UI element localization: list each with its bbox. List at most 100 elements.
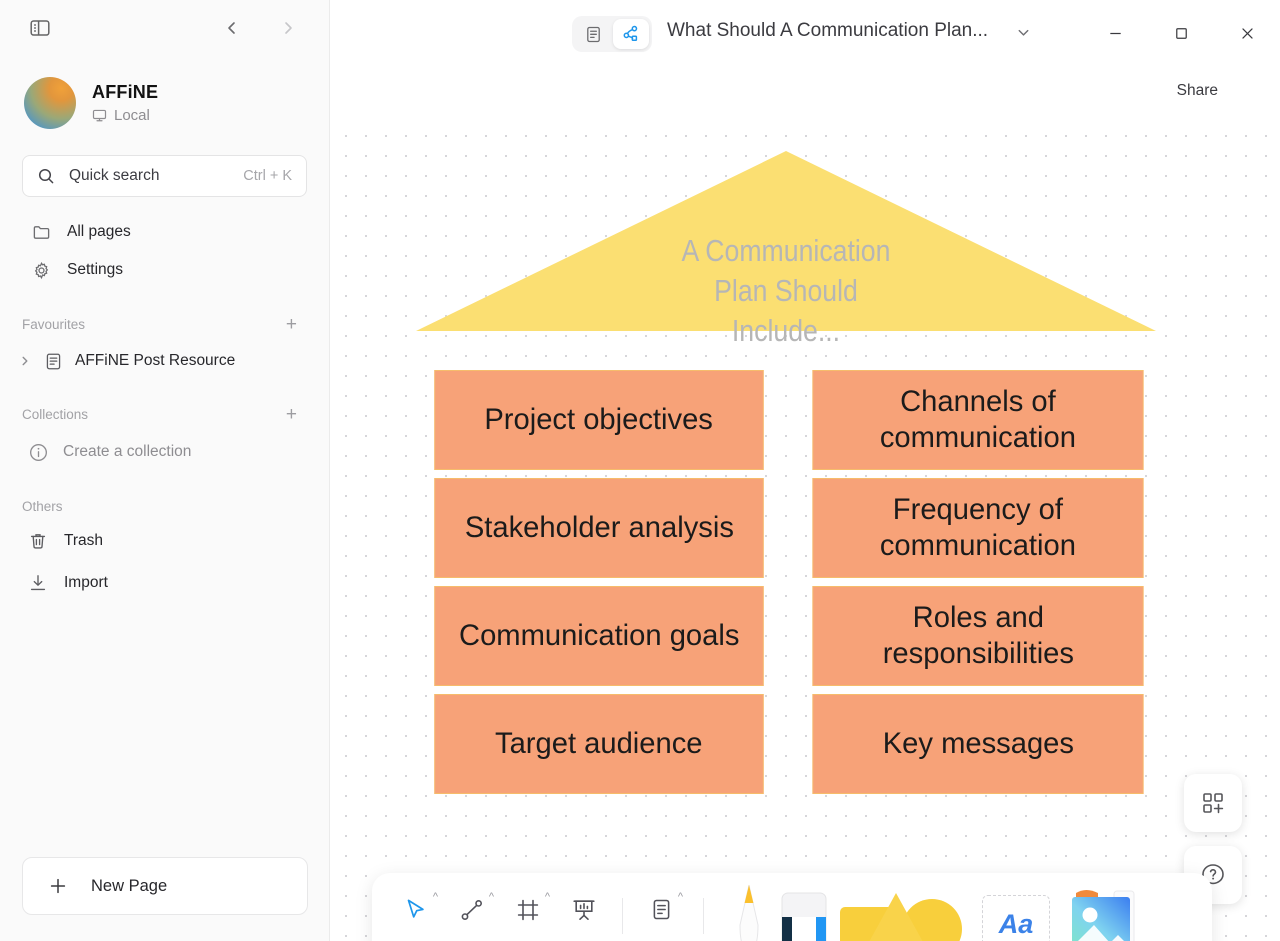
shape-box-label: Stakeholder analysis xyxy=(464,511,734,544)
main-area: What Should A Communication Plan... Shar… xyxy=(330,0,1280,941)
workspace-text: AFFiNE Local xyxy=(92,82,158,124)
sidebar-item-label: All pages xyxy=(67,223,131,240)
mode-toggle xyxy=(572,16,652,52)
monitor-icon xyxy=(92,108,107,123)
image-tool[interactable] xyxy=(1066,881,1142,941)
cursor-icon xyxy=(403,897,429,923)
shape-box[interactable]: Communication goals xyxy=(434,586,764,686)
shape-box-label: Channels of communication xyxy=(879,385,1077,454)
present-tool[interactable] xyxy=(556,885,612,941)
shape-box[interactable]: Roles and responsibilities xyxy=(812,586,1144,686)
shape-box[interactable]: Stakeholder analysis xyxy=(434,478,764,578)
shape-box[interactable]: Key messages xyxy=(812,694,1144,794)
search-icon xyxy=(37,167,55,185)
shape-box-label: Target audience xyxy=(495,727,703,760)
titlebar: What Should A Communication Plan... xyxy=(330,0,1280,66)
add-favourite-button[interactable]: + xyxy=(286,315,297,334)
toolbar-divider xyxy=(703,898,704,934)
sidebar-item-settings[interactable]: Settings xyxy=(22,251,307,289)
caret-up-icon: ^ xyxy=(488,891,494,903)
sidebar-item-label: AFFiNE Post Resource xyxy=(75,352,236,369)
chevron-right-icon[interactable] xyxy=(277,17,299,39)
caret-up-icon: ^ xyxy=(677,891,683,903)
add-collection-button[interactable]: + xyxy=(286,405,297,424)
workspace-selector[interactable]: AFFiNE Local xyxy=(0,65,329,129)
folder-icon xyxy=(32,223,51,242)
window-controls xyxy=(1082,0,1280,66)
presentation-icon xyxy=(571,897,597,923)
maximize-icon[interactable] xyxy=(1148,9,1214,57)
shape-box-label: Communication goals xyxy=(458,619,740,652)
sidebar-item-affine-post-resource[interactable]: AFFiNE Post Resource xyxy=(0,343,329,379)
section-header-others: Others xyxy=(0,493,329,519)
create-collection-button[interactable]: Create a collection xyxy=(0,433,329,471)
sidebar-item-label: Trash xyxy=(64,532,104,549)
sidebar-item-label: Create a collection xyxy=(63,443,192,460)
chevron-left-icon[interactable] xyxy=(221,17,243,39)
sidebar-nav-arrows xyxy=(221,17,299,39)
section-header-favourites: Favourites + xyxy=(0,311,329,337)
edgeless-mode-icon[interactable] xyxy=(613,19,649,49)
sidebar-nav-list: All pages Settings xyxy=(0,213,329,289)
new-page-button[interactable]: New Page xyxy=(22,857,308,915)
add-widget-button[interactable] xyxy=(1184,774,1242,832)
section-title: Collections xyxy=(22,406,89,422)
workspace-name: AFFiNE xyxy=(92,82,159,102)
connector-tool[interactable]: ^ xyxy=(444,885,500,941)
eraser-tool[interactable] xyxy=(776,881,832,941)
chevron-down-icon[interactable] xyxy=(1015,24,1032,41)
pen-tool[interactable] xyxy=(728,881,770,941)
chevron-right-icon[interactable] xyxy=(18,355,32,367)
sidebar-item-trash[interactable]: Trash xyxy=(0,521,329,561)
shape-box[interactable]: Channels of communication xyxy=(812,370,1144,470)
sidebar-header xyxy=(0,0,329,55)
doc-icon xyxy=(44,352,63,371)
shape-box[interactable]: Project objectives xyxy=(434,370,764,470)
note-icon xyxy=(649,897,674,922)
sidebar-toggle-icon[interactable] xyxy=(24,12,56,44)
caret-up-icon: ^ xyxy=(432,891,438,903)
note-tool[interactable]: ^ xyxy=(633,885,689,941)
page-mode-icon[interactable] xyxy=(575,19,611,49)
shape-box-label: Project objectives xyxy=(484,403,714,436)
connector-icon xyxy=(459,897,485,923)
minimize-icon[interactable] xyxy=(1082,9,1148,57)
frame-tool[interactable]: ^ xyxy=(500,885,556,941)
sidebar: AFFiNE Local Quick search Ctrl + K All p… xyxy=(0,0,330,941)
close-icon[interactable] xyxy=(1214,9,1280,57)
app-window: AFFiNE Local Quick search Ctrl + K All p… xyxy=(0,0,1280,941)
share-button[interactable]: Share xyxy=(1167,76,1228,106)
section-title: Favourites xyxy=(22,316,86,332)
sidebar-item-label: Import xyxy=(64,574,108,591)
triangle-label: A Communication Plan Should Include... xyxy=(681,233,891,348)
plus-icon xyxy=(47,875,69,897)
search-placeholder: Quick search xyxy=(69,167,160,184)
edgeless-canvas[interactable]: A Communication Plan Should Include... P… xyxy=(330,122,1280,941)
pen-icon xyxy=(739,884,759,941)
import-icon xyxy=(28,573,48,593)
text-tool[interactable]: Aa xyxy=(982,895,1050,941)
caret-up-icon: ^ xyxy=(544,891,550,903)
select-tool[interactable]: ^ xyxy=(388,885,444,941)
toolbar-divider xyxy=(622,898,623,934)
triangle-shape[interactable]: A Communication Plan Should Include... xyxy=(416,151,1156,348)
page-title: What Should A Communication Plan... xyxy=(667,20,989,41)
shape-tool[interactable] xyxy=(836,881,968,941)
new-page-label: New Page xyxy=(91,876,168,895)
text-aa-icon: Aa xyxy=(998,908,1034,939)
share-row: Share xyxy=(330,66,1280,122)
gear-icon xyxy=(32,261,51,280)
sidebar-item-import[interactable]: Import xyxy=(0,563,329,603)
avatar xyxy=(24,77,76,129)
shape-box[interactable]: Frequency of communication xyxy=(812,478,1144,578)
image-icon xyxy=(1072,890,1135,941)
shape-box[interactable]: Target audience xyxy=(434,694,764,794)
edgeless-toolbar: ^ ^ ^ ^ Aa xyxy=(372,873,1212,941)
search-input[interactable]: Quick search Ctrl + K xyxy=(22,155,307,197)
section-title: Others xyxy=(22,498,63,514)
eraser-icon xyxy=(781,892,827,941)
shape-box-label: Frequency of communication xyxy=(879,493,1077,562)
info-icon xyxy=(28,442,49,463)
shape-box-label: Key messages xyxy=(882,727,1074,760)
sidebar-item-all-pages[interactable]: All pages xyxy=(22,213,307,251)
